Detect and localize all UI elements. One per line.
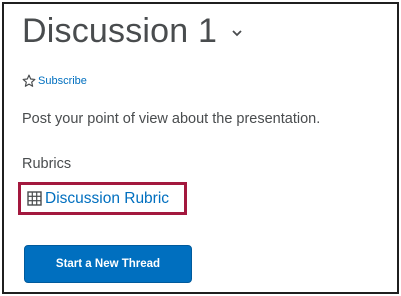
grid-icon xyxy=(27,191,42,206)
discussion-rubric-link[interactable]: Discussion Rubric xyxy=(18,182,187,215)
chevron-down-icon[interactable] xyxy=(231,29,243,37)
subscribe-link[interactable]: Subscribe xyxy=(22,74,87,88)
topic-title: Discussion 1 xyxy=(22,12,218,50)
rubric-link-label: Discussion Rubric xyxy=(45,189,170,207)
discussion-topic-panel: Discussion 1 Subscribe Post your point o… xyxy=(2,2,399,294)
subscribe-label: Subscribe xyxy=(38,75,87,87)
start-new-thread-button[interactable]: Start a New Thread xyxy=(24,245,192,283)
topic-description: Post your point of view about the presen… xyxy=(22,111,321,127)
star-outline-icon xyxy=(22,74,36,88)
topic-title-row: Discussion 1 xyxy=(22,14,243,48)
rubrics-heading: Rubrics xyxy=(22,156,72,172)
